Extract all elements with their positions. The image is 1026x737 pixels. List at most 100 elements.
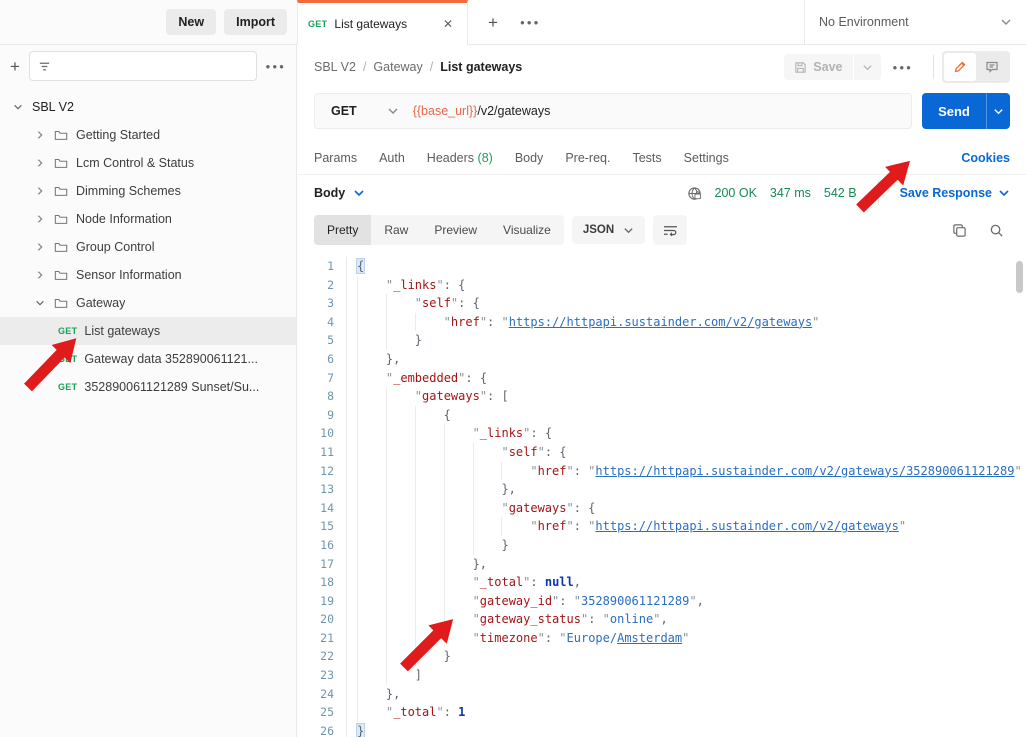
request-tab-auth[interactable]: Auth bbox=[379, 151, 405, 165]
sidebar-folder-sensor-information[interactable]: Sensor Information bbox=[0, 261, 296, 289]
view-tab-pretty[interactable]: Pretty bbox=[314, 215, 372, 245]
pencil-icon bbox=[954, 61, 966, 73]
response-time[interactable]: 347 ms bbox=[770, 186, 811, 200]
environment-selector[interactable]: No Environment bbox=[804, 0, 1026, 45]
method-selector[interactable]: GET bbox=[315, 94, 413, 128]
import-button[interactable]: Import bbox=[224, 9, 287, 35]
request-tab-params[interactable]: Params bbox=[314, 151, 357, 165]
chevron-right-icon[interactable] bbox=[34, 214, 46, 224]
indent-guide bbox=[357, 554, 386, 574]
request-tab-settings[interactable]: Settings bbox=[684, 151, 729, 165]
line-number: 25 bbox=[320, 705, 334, 720]
indent-guide bbox=[385, 554, 415, 574]
scrollbar-thumb[interactable] bbox=[1016, 261, 1023, 293]
sidebar-more-icon[interactable]: ●●● bbox=[266, 62, 287, 71]
chevron-right-icon[interactable] bbox=[34, 270, 46, 280]
indent-guide bbox=[385, 442, 415, 462]
chevron-right-icon[interactable] bbox=[34, 130, 46, 140]
request-tab[interactable]: GET List gateways ✕ bbox=[297, 0, 468, 45]
status-badge[interactable]: 200 OK bbox=[715, 186, 757, 200]
code-line: 7 "_embedded": { bbox=[298, 368, 1026, 388]
sidebar-folder-node-information[interactable]: Node Information bbox=[0, 205, 296, 233]
code-text: "_links": { bbox=[346, 424, 1026, 443]
cookies-link[interactable]: Cookies bbox=[961, 151, 1010, 165]
breadcrumb-collection[interactable]: SBL V2 bbox=[314, 60, 356, 74]
chevron-down-icon bbox=[388, 108, 398, 114]
indent-guide bbox=[357, 424, 386, 443]
copy-icon[interactable] bbox=[952, 223, 967, 238]
wrap-lines-button[interactable] bbox=[653, 215, 688, 245]
save-label: Save bbox=[813, 60, 843, 74]
response-body-dropdown[interactable]: Body bbox=[314, 186, 365, 200]
view-tab-raw[interactable]: Raw bbox=[371, 215, 421, 245]
url-bar: GET {{base_url}}/v2/gateways bbox=[314, 93, 912, 129]
save-response-button[interactable]: Save Response bbox=[900, 186, 1010, 200]
save-dropdown-button[interactable] bbox=[854, 54, 881, 80]
tab-more-icon[interactable]: ●●● bbox=[520, 18, 541, 27]
code-line: 16} bbox=[298, 535, 1026, 555]
sidebar-folder-gateway[interactable]: Gateway bbox=[0, 289, 296, 317]
breadcrumb-folder[interactable]: Gateway bbox=[373, 60, 422, 74]
code-line: 9{ bbox=[298, 405, 1026, 425]
sidebar-folder-dimming-schemes[interactable]: Dimming Schemes bbox=[0, 177, 296, 205]
indent-guide bbox=[385, 666, 415, 685]
indent-guide bbox=[414, 461, 444, 481]
indent-guide bbox=[385, 480, 415, 499]
search-icon[interactable] bbox=[989, 223, 1004, 238]
line-number: 26 bbox=[320, 723, 334, 737]
chevron-right-icon[interactable] bbox=[34, 186, 46, 196]
save-button[interactable]: Save bbox=[784, 54, 852, 80]
line-number: 3 bbox=[327, 296, 334, 311]
wrap-text-icon bbox=[663, 225, 677, 236]
search-input[interactable] bbox=[56, 59, 248, 73]
close-icon[interactable]: ✕ bbox=[439, 15, 457, 33]
send-button[interactable]: Send bbox=[922, 93, 986, 129]
sidebar-folder-lcm-control-status[interactable]: Lcm Control & Status bbox=[0, 149, 296, 177]
sidebar-item-352890061121289-sunset-su[interactable]: GET 352890061121289 Sunset/Su... bbox=[0, 373, 296, 401]
response-size[interactable]: 542 B bbox=[824, 186, 857, 200]
url-input[interactable]: {{base_url}}/v2/gateways bbox=[413, 94, 551, 128]
sidebar-item-gateway-data-352890061121[interactable]: GET Gateway data 352890061121... bbox=[0, 345, 296, 373]
edit-comment-toggle bbox=[942, 51, 1010, 83]
new-button[interactable]: New bbox=[166, 9, 217, 35]
sidebar-folder-getting-started[interactable]: Getting Started bbox=[0, 121, 296, 149]
request-tab-body[interactable]: Body bbox=[515, 151, 544, 165]
folder-label: Group Control bbox=[76, 240, 155, 254]
language-selector[interactable]: JSON bbox=[571, 216, 646, 244]
request-tab-tests[interactable]: Tests bbox=[632, 151, 661, 165]
request-tab-headers[interactable]: Headers (8) bbox=[427, 151, 493, 165]
app-window: New Import GET List gateways ✕ + ●●● No … bbox=[0, 0, 1026, 737]
indent-guide bbox=[357, 275, 386, 295]
view-tab-preview[interactable]: Preview bbox=[421, 215, 490, 245]
search-box[interactable] bbox=[28, 51, 257, 81]
folder-label: Node Information bbox=[76, 212, 172, 226]
folder-label: Sensor Information bbox=[76, 268, 182, 282]
sidebar-folder-group-control[interactable]: Group Control bbox=[0, 233, 296, 261]
chevron-right-icon[interactable] bbox=[34, 158, 46, 168]
edit-mode-button[interactable] bbox=[944, 53, 976, 81]
code-line: 21 "timezone": "Europe/Amsterdam" bbox=[298, 628, 1026, 648]
line-number: 21 bbox=[320, 630, 334, 645]
indent-guide bbox=[414, 480, 444, 499]
view-tab-visualize[interactable]: Visualize bbox=[490, 215, 564, 245]
indent-guide bbox=[385, 461, 415, 481]
indent-guide bbox=[385, 294, 415, 313]
code-text: }, bbox=[346, 554, 1026, 574]
line-number: 10 bbox=[320, 426, 334, 441]
collection-root[interactable]: SBL V2 bbox=[0, 93, 296, 121]
request-more-icon[interactable]: ●●● bbox=[881, 63, 926, 72]
chevron-right-icon[interactable] bbox=[34, 242, 46, 252]
line-number: 20 bbox=[320, 612, 334, 627]
line-number: 4 bbox=[327, 314, 334, 329]
sidebar-item-list-gateways[interactable]: GET List gateways bbox=[0, 317, 296, 345]
chevron-down-icon[interactable] bbox=[12, 102, 24, 112]
send-dropdown-button[interactable] bbox=[986, 93, 1010, 129]
indent-guide bbox=[472, 461, 502, 481]
chevron-down-icon[interactable] bbox=[34, 298, 46, 308]
response-body-viewer[interactable]: 1{2 "_links": {3 "self": {4 "href": "https:… bbox=[298, 249, 1026, 737]
add-collection-icon[interactable]: + bbox=[10, 58, 20, 75]
line-number: 8 bbox=[327, 389, 334, 404]
comments-button[interactable] bbox=[976, 53, 1008, 81]
request-tab-pre-req[interactable]: Pre-req. bbox=[565, 151, 610, 165]
new-tab-icon[interactable]: + bbox=[488, 14, 498, 31]
